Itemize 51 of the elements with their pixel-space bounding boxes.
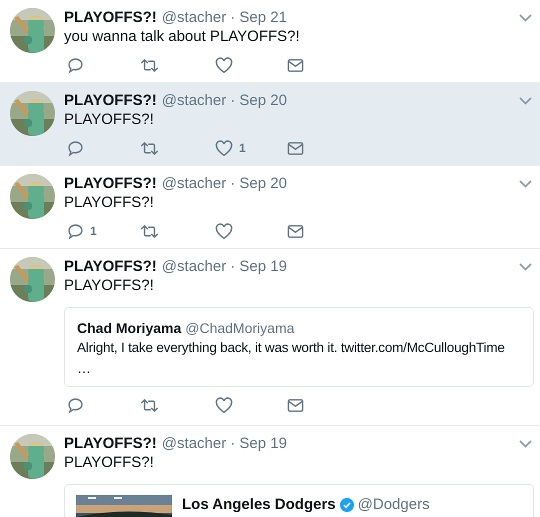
- tweet-text: PLAYOFFS?!: [64, 110, 155, 129]
- display-name: PLAYOFFS?!: [64, 257, 157, 276]
- user-handle: @stacher: [162, 257, 226, 276]
- chevron-down-icon[interactable]: [519, 262, 532, 270]
- chevron-down-icon[interactable]: [519, 440, 532, 448]
- action-count: 1: [90, 223, 97, 240]
- chevron-down-icon[interactable]: [519, 96, 532, 104]
- tweet-text: Alright, I take everything back, it was worth it. twitter.com/McCulloughTime: [77, 339, 506, 357]
- heart-icon[interactable]: [215, 140, 233, 156]
- heart-icon[interactable]: [215, 56, 233, 74]
- tweet-date: · Sep 20: [230, 91, 287, 110]
- user-handle: @Dodgers: [358, 495, 430, 514]
- display-name: Chad Moriyama: [77, 319, 182, 338]
- tweet-date: · Sep 20: [230, 174, 287, 193]
- tweet-date: · Sep 19: [230, 434, 287, 453]
- ellipsis-text: …: [77, 359, 92, 378]
- retweet-icon[interactable]: [140, 222, 159, 240]
- verified-badge-icon: [340, 498, 354, 512]
- envelope-icon[interactable]: [287, 224, 304, 238]
- heart-icon[interactable]: [215, 222, 233, 240]
- chevron-down-icon[interactable]: [519, 14, 532, 22]
- chevron-down-icon[interactable]: [519, 180, 532, 188]
- user-handle: @stacher: [162, 91, 226, 110]
- tweet-text: you wanna talk about PLAYOFFS?!: [64, 27, 301, 46]
- envelope-icon[interactable]: [287, 140, 304, 156]
- user-handle: @ChadMoriyama: [185, 319, 294, 338]
- display-name: PLAYOFFS?!: [64, 91, 157, 110]
- tweet-row[interactable]: PLAYOFFS?! @stacher · Sep 20 PLAYOFFS?! 1: [0, 83, 540, 166]
- reply-icon[interactable]: [67, 56, 84, 74]
- tweet-text: PLAYOFFS?!: [64, 453, 155, 472]
- heart-icon[interactable]: [215, 396, 233, 414]
- display-name: PLAYOFFS?!: [64, 174, 157, 193]
- user-handle: @stacher: [162, 8, 226, 27]
- action-count: 1: [239, 140, 246, 157]
- envelope-icon[interactable]: [287, 398, 304, 412]
- display-name: PLAYOFFS?!: [64, 434, 157, 453]
- user-handle: @stacher: [162, 174, 226, 193]
- tweet-date: · Sep 21: [230, 8, 287, 27]
- envelope-icon[interactable]: [287, 58, 304, 72]
- display-name: Los Angeles Dodgers: [182, 495, 336, 514]
- reply-icon[interactable]: [67, 140, 84, 156]
- retweet-icon[interactable]: [140, 396, 159, 414]
- display-name: PLAYOFFS?!: [64, 8, 157, 27]
- reply-icon[interactable]: [67, 396, 84, 414]
- tweet-text: PLAYOFFS?!: [64, 276, 155, 295]
- reply-icon[interactable]: [67, 222, 84, 240]
- retweet-icon[interactable]: [140, 56, 159, 74]
- tweet-date: · Sep 19: [230, 257, 287, 276]
- user-handle: @stacher: [162, 434, 226, 453]
- retweet-icon[interactable]: [140, 140, 159, 156]
- tweet-text: PLAYOFFS?!: [64, 193, 155, 212]
